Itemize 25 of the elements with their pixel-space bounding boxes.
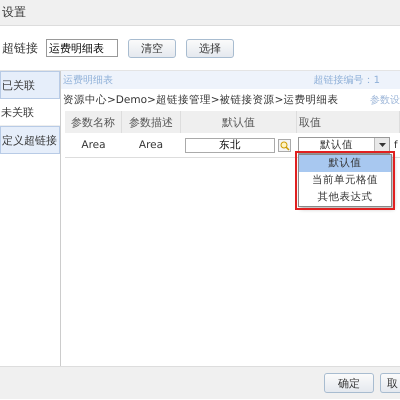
column-header: 参数名称: [65, 111, 122, 133]
column-header: 取值: [296, 111, 400, 133]
toolbar-button[interactable]: 清空: [128, 38, 176, 58]
sidebar-item[interactable]: 定义超链接: [0, 126, 60, 154]
link-field[interactable]: 运费明细表: [46, 39, 118, 57]
sidebar-item[interactable]: 已关联: [0, 71, 60, 99]
panel-title: 运费明细表: [63, 74, 113, 87]
column-header: 参数描述: [122, 111, 181, 133]
link-number: 超链接编号：1: [314, 74, 380, 87]
table-cell-text: Area: [138, 138, 164, 153]
dropdown-option[interactable]: 默认值: [299, 154, 391, 172]
table-cell-text: Area: [80, 138, 107, 153]
window-title: 设置: [2, 4, 26, 21]
link-label: 超链接: [2, 40, 38, 56]
search-icon[interactable]: [278, 138, 291, 152]
dialog-button[interactable]: 取: [380, 373, 400, 393]
toolbar-button[interactable]: 选择: [186, 38, 234, 58]
dropdown-option[interactable]: 其他表达式: [299, 188, 391, 206]
default-value-field[interactable]: 东北: [185, 138, 275, 152]
breadcrumb: 资源中心>Demo>超链接管理>被链接资源>运费明细表: [63, 93, 338, 107]
column-header: 默认值: [180, 111, 297, 133]
table-cell: f: [394, 140, 398, 150]
dialog-button[interactable]: 确定: [324, 373, 374, 393]
caret-icon: [378, 143, 386, 147]
dropdown-option[interactable]: 当前单元格值: [299, 172, 391, 188]
